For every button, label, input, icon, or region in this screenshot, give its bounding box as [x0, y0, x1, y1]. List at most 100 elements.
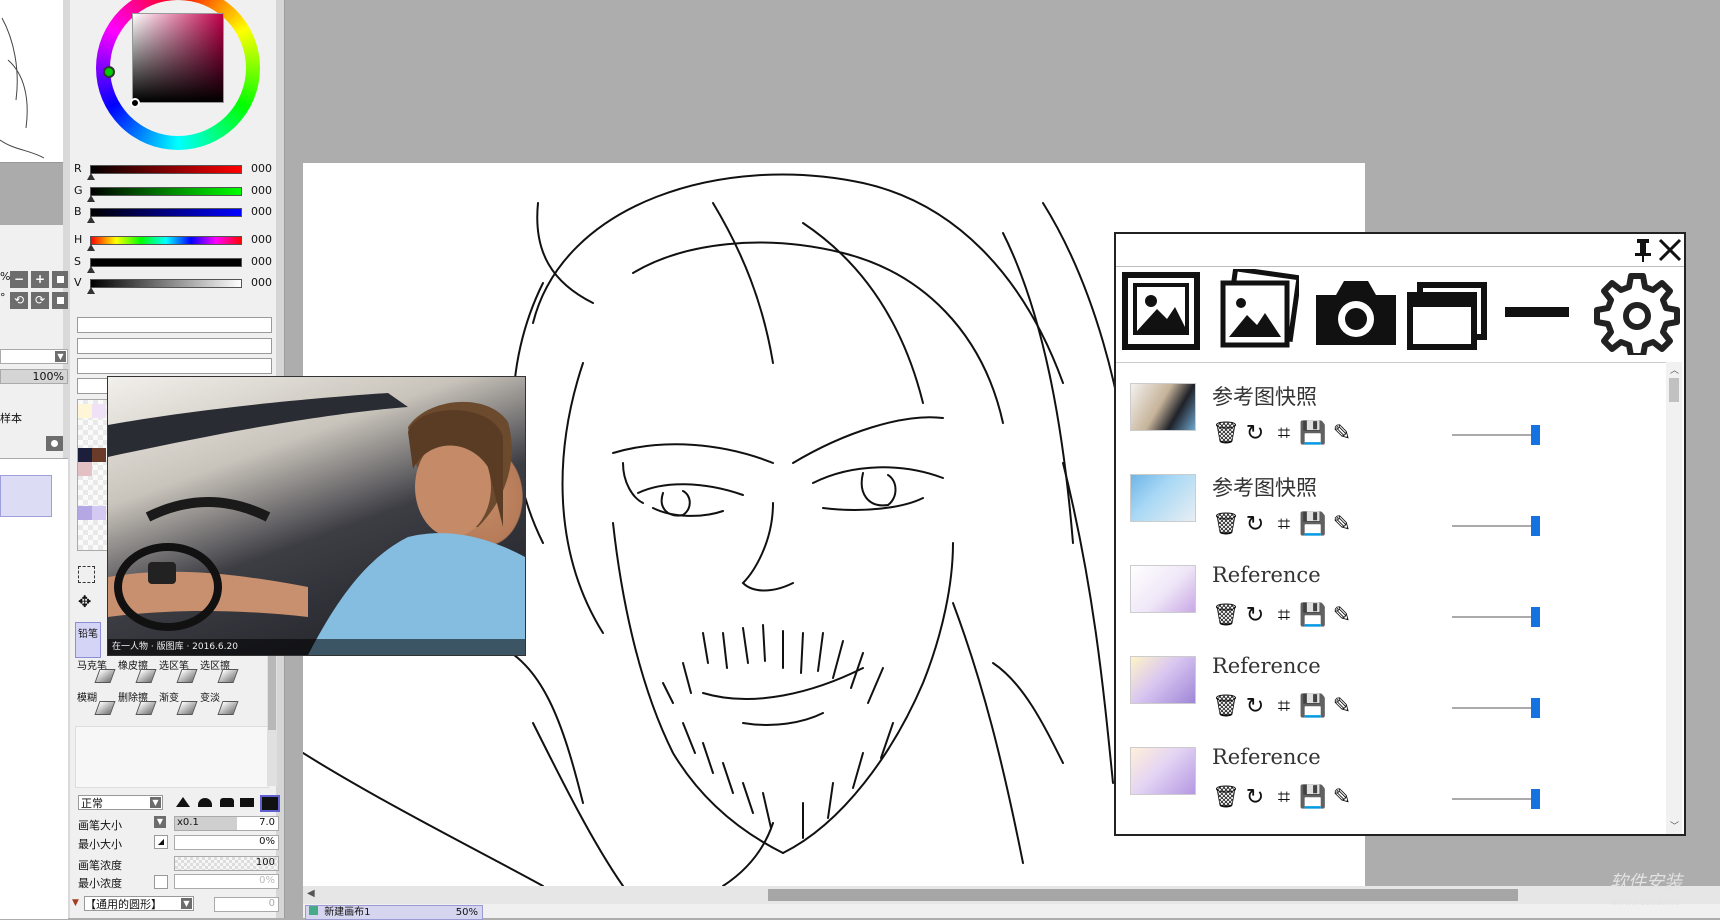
min-size-field[interactable]: 0% [174, 835, 279, 850]
save-icon[interactable]: 💾 [1299, 784, 1327, 812]
horizontal-scroll-thumb[interactable] [768, 889, 1518, 901]
tool-cell[interactable]: 变淡 [200, 688, 240, 718]
window-capture-button[interactable] [1406, 269, 1488, 355]
edit-pen-icon[interactable]: ✎ [1328, 420, 1356, 448]
slider-track[interactable] [90, 258, 242, 267]
opacity-slider-track[interactable] [1452, 525, 1532, 527]
swatch-cream[interactable] [78, 404, 92, 418]
open-gallery-button[interactable] [1217, 269, 1299, 355]
rotate-right-button[interactable]: ⟳ [31, 292, 49, 309]
color-slot-1[interactable] [77, 317, 272, 333]
zoom-reset-button[interactable] [52, 271, 68, 288]
swatch-pink[interactable] [78, 462, 92, 476]
edit-pen-icon[interactable]: ✎ [1328, 602, 1356, 630]
swatch-lavender[interactable] [92, 506, 106, 520]
color-slot-3[interactable] [77, 358, 272, 374]
crop-icon[interactable]: ⌗ [1270, 784, 1298, 812]
reload-icon[interactable]: ↻ [1241, 511, 1269, 539]
rotate-left-button[interactable]: ⟲ [10, 292, 28, 309]
crop-icon[interactable]: ⌗ [1270, 602, 1298, 630]
close-icon[interactable] [1657, 237, 1683, 263]
slider-v[interactable]: V 000 [74, 274, 280, 294]
trash-icon[interactable]: 🗑 [1212, 693, 1240, 721]
rotate-reset-button[interactable] [52, 292, 68, 309]
brush-texture-field[interactable]: 0 [214, 897, 279, 912]
slider-handle-icon[interactable] [87, 287, 95, 294]
tool-cell[interactable]: 模糊 [77, 688, 117, 718]
min-density-checkbox[interactable] [154, 875, 168, 889]
slider-handle-icon[interactable] [87, 173, 95, 180]
sv-marker[interactable] [130, 98, 140, 108]
brush-shape-cone-icon[interactable] [176, 797, 190, 807]
reference-item[interactable]: 参考图快照 🗑 ↻ ⌗ 💾 ✎ [1130, 365, 1666, 465]
reload-icon[interactable]: ↻ [1241, 602, 1269, 630]
scroll-left-icon[interactable]: ◀ [307, 888, 315, 899]
scroll-down-icon[interactable]: ﹀ [1670, 819, 1679, 832]
slider-r[interactable]: R 000 [74, 160, 280, 180]
slider-h[interactable]: H 000 [74, 231, 280, 251]
slider-handle-icon[interactable] [87, 195, 95, 202]
swatch-palette[interactable] [77, 399, 109, 551]
reference-item[interactable]: 参考图快照 🗑 ↻ ⌗ 💾 ✎ [1130, 456, 1666, 556]
opacity-slider-handle[interactable] [1531, 425, 1540, 445]
trash-icon[interactable]: 🗑 [1212, 420, 1240, 448]
minimize-button[interactable] [1501, 269, 1573, 355]
brush-shape-dome-icon[interactable] [198, 798, 212, 807]
opacity-slider-handle[interactable] [1531, 789, 1540, 809]
slider-track[interactable] [90, 165, 242, 174]
opacity-slider-track[interactable] [1452, 798, 1532, 800]
crop-icon[interactable]: ⌗ [1270, 511, 1298, 539]
save-icon[interactable]: 💾 [1299, 602, 1327, 630]
opacity-slider-track[interactable] [1452, 434, 1532, 436]
tool-cell[interactable]: 马克笔 [77, 656, 117, 686]
slider-b[interactable]: B 000 [74, 203, 280, 223]
reference-window[interactable]: 参考图快照 🗑 ↻ ⌗ 💾 ✎ 参考图快照 🗑 ↻ ⌗ 💾 ✎ Reference 🗑 ↻ ⌗ 💾 ✎ Refere… [1114, 232, 1686, 836]
layer-list[interactable] [0, 458, 68, 919]
crop-icon[interactable]: ⌗ [1270, 693, 1298, 721]
slider-handle-icon[interactable] [87, 216, 95, 223]
move-tool[interactable]: ✥ [78, 592, 91, 611]
tool-list-area[interactable] [75, 726, 269, 788]
reference-thumbnail[interactable] [1130, 383, 1196, 431]
reference-thumbnail[interactable] [1130, 656, 1196, 704]
opacity-slider-handle[interactable] [1531, 698, 1540, 718]
tool-cell[interactable]: 渐变 [159, 688, 199, 718]
opacity-slider-handle[interactable] [1531, 516, 1540, 536]
brush-size-field[interactable]: x0.1 7.0 [174, 816, 279, 831]
slider-track[interactable] [90, 187, 242, 196]
slider-track[interactable] [90, 279, 242, 288]
min-density-field[interactable]: 0% [174, 874, 279, 889]
tool-cell[interactable]: 删除擦 [118, 688, 158, 718]
reference-item[interactable]: Reference 🗑 ↻ ⌗ 💾 ✎ [1130, 638, 1666, 738]
slider-handle-icon[interactable] [87, 244, 95, 251]
tool-cell[interactable]: 橡皮擦 [118, 656, 158, 686]
settings-button[interactable] [1594, 269, 1680, 355]
slider-track[interactable] [90, 208, 242, 217]
reference-list[interactable]: 参考图快照 🗑 ↻ ⌗ 💾 ✎ 参考图快照 🗑 ↻ ⌗ 💾 ✎ Reference 🗑 ↻ ⌗ 💾 ✎ Refere… [1116, 362, 1666, 835]
save-icon[interactable]: 💾 [1299, 511, 1327, 539]
layer-option-icon[interactable] [46, 436, 63, 451]
save-icon[interactable]: 💾 [1299, 420, 1327, 448]
trash-icon[interactable]: 🗑 [1212, 511, 1240, 539]
expand-triangle-icon[interactable]: ▼ [72, 898, 79, 908]
edit-pen-icon[interactable]: ✎ [1328, 784, 1356, 812]
edit-pen-icon[interactable]: ✎ [1328, 511, 1356, 539]
screenshot-button[interactable] [1312, 269, 1400, 355]
opacity-slider-track[interactable] [1452, 616, 1532, 618]
reload-icon[interactable]: ↻ [1241, 784, 1269, 812]
edit-pen-icon[interactable]: ✎ [1328, 693, 1356, 721]
navigator-preview[interactable] [0, 0, 63, 163]
opacity-slider-track[interactable] [1452, 707, 1532, 709]
slider-g[interactable]: G 000 [74, 182, 280, 202]
reference-titlebar[interactable] [1116, 234, 1684, 267]
tool-cell[interactable]: 选区擦 [200, 656, 240, 686]
blend-dropdown[interactable]: ▼ [0, 349, 68, 364]
opacity-field[interactable]: 100% [0, 369, 68, 384]
reference-list-scrollbar[interactable]: ︿ ﹀ [1666, 362, 1682, 834]
reference-thumbnail[interactable] [1130, 747, 1196, 795]
zoom-out-button[interactable]: − [10, 271, 28, 288]
tool-pencil[interactable]: 铅笔 [75, 622, 101, 658]
min-size-icon[interactable]: ◢ [154, 835, 168, 849]
select-rect-tool[interactable] [78, 566, 95, 583]
opacity-slider-handle[interactable] [1531, 607, 1540, 627]
